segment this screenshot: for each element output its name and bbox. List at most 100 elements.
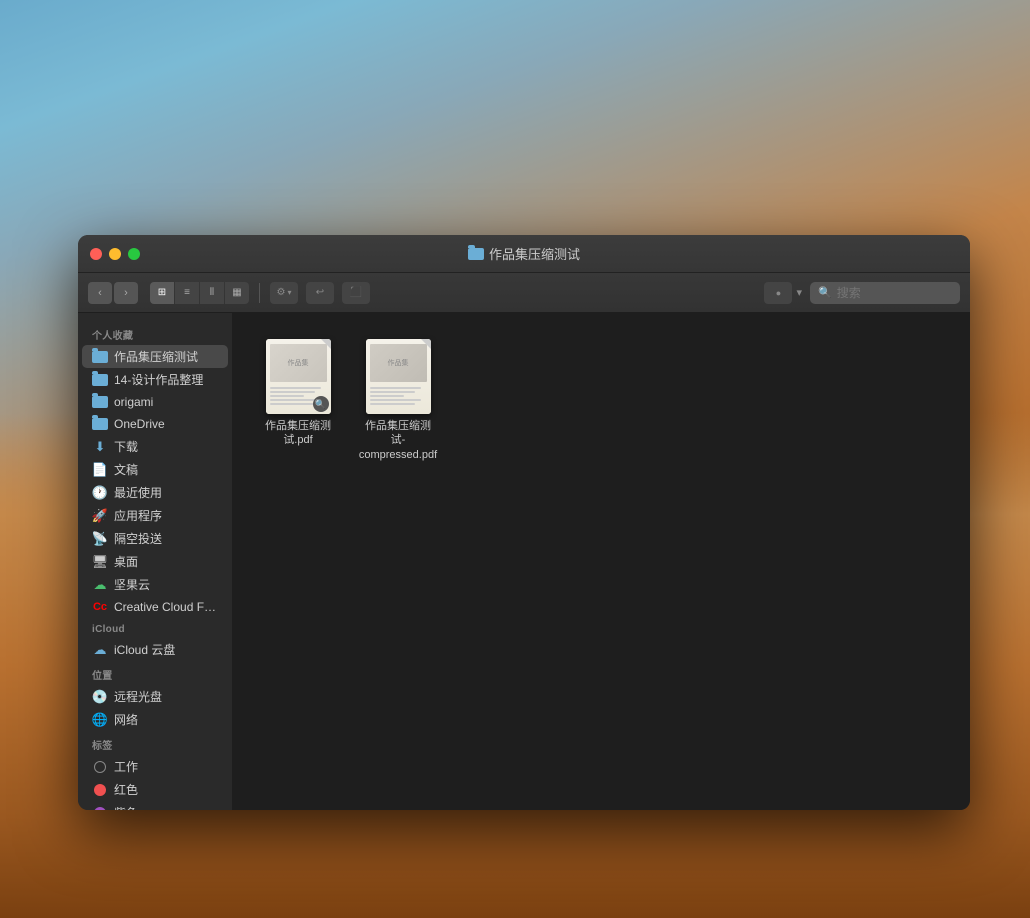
icloud-icon: ☁ [92,642,108,658]
back-icon: ‹ [98,287,102,299]
view-buttons: ⊞ ≡ ⦀ ▦ [150,282,249,304]
search-icon: 🔍 [818,286,832,299]
sidebar-section-icloud: iCloud [78,618,232,638]
sidebar-item-tag-red[interactable]: 红色 [82,778,228,801]
sidebar-label-tag-purple: 紫色 [114,804,138,810]
file-item-2[interactable]: 作品集 作品集压缩测试-compressed.pdf [353,333,443,468]
title-bar: 作品集压缩测试 [78,235,970,273]
folder-icon-4 [92,416,108,432]
title-folder-icon [468,248,484,260]
undo-icon: ↩ [316,287,324,298]
sidebar-label-network: 网络 [114,711,138,728]
sidebar-label-tag-red: 红色 [114,781,138,798]
window-title: 作品集压缩测试 [489,244,580,263]
sidebar-item-creative[interactable]: Cc Creative Cloud Files [82,596,228,618]
forward-icon: › [124,287,128,299]
sidebar-label-tag-work: 工作 [114,758,138,775]
gallery-view-icon: ▦ [232,287,241,298]
zoom-badge: 🔍 [313,396,329,412]
sidebar-item-onedrive[interactable]: OneDrive [82,413,228,435]
file-item-1[interactable]: 作品集 🔍 作品集压缩测试.pdf [253,333,343,468]
sidebar-item-apps[interactable]: 🚀 应用程序 [82,504,228,527]
dropdown-arrow: ▾ [796,286,802,299]
list-view-icon: ≡ [184,287,190,298]
back-button[interactable]: ‹ [88,282,112,304]
view-list-button[interactable]: ≡ [175,282,199,304]
sidebar-item-tag-work[interactable]: 工作 [82,755,228,778]
sidebar-item-download[interactable]: ⬇ 下载 [82,435,228,458]
chevron-down-icon: ▾ [287,288,291,297]
sidebar-item-origami[interactable]: origami [82,391,228,413]
column-view-icon: ⦀ [210,287,214,298]
sidebar-item-icloud[interactable]: ☁ iCloud 云盘 [82,638,228,661]
gear-icon: ⚙ [277,287,286,298]
desktop-icon: 🖥 [92,554,108,570]
view-gallery-button[interactable]: ▦ [225,282,249,304]
tag-work-icon [92,759,108,775]
sidebar-item-zuopinjiya[interactable]: 作品集压缩测试 [82,345,228,368]
file-name-2: 作品集压缩测试-compressed.pdf [359,419,437,462]
recents-icon: 🕐 [92,485,108,501]
view-column-button[interactable]: ⦀ [200,282,224,304]
remote-disc-icon: 💿 [92,689,108,705]
sidebar-item-remote[interactable]: 💿 远程光盘 [82,685,228,708]
sidebar-label-jianguo: 坚果云 [114,576,150,593]
sidebar-label-origami: origami [114,395,153,409]
docs-icon: 📄 [92,462,108,478]
download-icon: ⬇ [92,439,108,455]
sidebar-label-download: 下载 [114,438,138,455]
toolbar: ‹ › ⊞ ≡ ⦀ ▦ ⚙ ▾ ↩ [78,273,970,313]
window-title-area: 作品集压缩测试 [468,244,580,263]
network-icon: 🌐 [92,712,108,728]
jianguo-icon: ☁ [92,577,108,593]
sidebar-label-apps: 应用程序 [114,507,162,524]
sidebar-label-docs: 文稿 [114,461,138,478]
share-button[interactable]: ⬛ [342,282,370,304]
creative-cloud-icon: Cc [92,599,108,615]
file-area: 作品集 🔍 作品集压缩测试.pdf [233,313,970,810]
folder-icon [92,349,108,365]
traffic-lights [90,248,140,260]
folder-icon-2 [92,372,108,388]
minimize-button[interactable] [109,248,121,260]
sidebar-item-docs[interactable]: 📄 文稿 [82,458,228,481]
sidebar-item-jianguo[interactable]: ☁ 坚果云 [82,573,228,596]
share-icon: ⬛ [350,287,362,298]
sidebar-label-icloud: iCloud 云盘 [114,641,175,658]
action-button[interactable]: ⚙ ▾ [270,282,298,304]
file-name-1: 作品集压缩测试.pdf [265,419,331,448]
sidebar-label-recents: 最近使用 [114,484,162,501]
airdrop-icon: 📡 [92,531,108,547]
undo-button[interactable]: ↩ [306,282,334,304]
main-content: 个人收藏 作品集压缩测试 14-设计作品整理 origami [78,313,970,810]
sidebar-section-favorites: 个人收藏 [78,321,232,345]
search-bar[interactable]: 🔍 [810,282,960,304]
folder-icon-3 [92,394,108,410]
sidebar-item-airdrop[interactable]: 📡 隔空投送 [82,527,228,550]
path-icon: ● [776,288,781,298]
forward-button[interactable]: › [114,282,138,304]
sidebar-item-recents[interactable]: 🕐 最近使用 [82,481,228,504]
view-icon-button[interactable]: ⊞ [150,282,174,304]
sidebar-item-network[interactable]: 🌐 网络 [82,708,228,731]
sidebar-label-onedrive: OneDrive [114,417,165,431]
search-input[interactable] [837,286,937,300]
maximize-button[interactable] [128,248,140,260]
sidebar-section-locations: 位置 [78,661,232,685]
close-button[interactable] [90,248,102,260]
sidebar-label-zuopinjiya: 作品集压缩测试 [114,348,198,365]
sidebar-item-shejizuopin[interactable]: 14-设计作品整理 [82,368,228,391]
sidebar-label-creative: Creative Cloud Files [114,600,218,614]
nav-buttons: ‹ › [88,282,138,304]
grid-view-icon: ⊞ [158,287,166,298]
files-grid: 作品集 🔍 作品集压缩测试.pdf [233,313,970,488]
tag-red-icon [92,782,108,798]
sidebar-item-tag-purple[interactable]: 紫色 [82,801,228,810]
sidebar-item-desktop[interactable]: 🖥 桌面 [82,550,228,573]
path-button[interactable]: ● [764,282,792,304]
apps-icon: 🚀 [92,508,108,524]
pdf-thumbnail-2: 作品集 [366,339,431,414]
pdf-thumbnail-1: 作品集 🔍 [266,339,331,414]
sidebar-label-airdrop: 隔空投送 [114,530,162,547]
finder-window: 作品集压缩测试 ‹ › ⊞ ≡ ⦀ ▦ [78,235,970,810]
